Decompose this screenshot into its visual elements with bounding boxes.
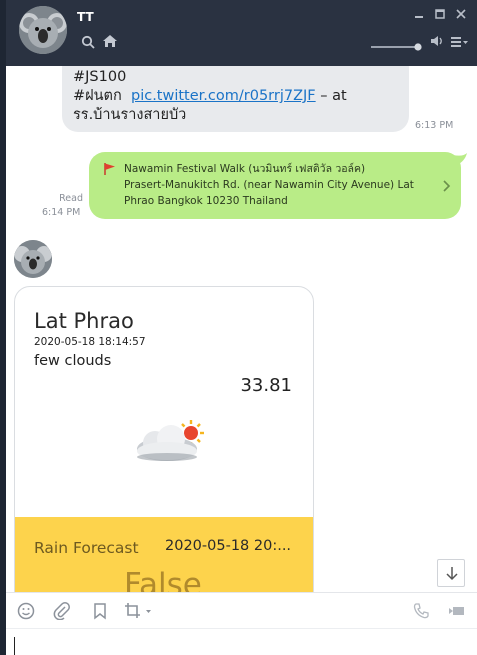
- text-caret: [14, 637, 15, 655]
- minimize-icon[interactable]: [412, 6, 426, 20]
- message-toolbar: [6, 592, 477, 628]
- weather-datetime: 2020-05-18 18:14:57: [34, 336, 146, 348]
- message-line: #JS100: [73, 69, 127, 85]
- message-line: #ฝนตก pic.twitter.com/r05rrj7ZJF – at: [73, 87, 347, 106]
- bookmark-icon[interactable]: [91, 602, 109, 620]
- location-text: Nawamin Festival Walk (นวมินทร์ เฟสติวัล…: [124, 161, 444, 209]
- rain-forecast-panel: Rain Forecast 2020-05-18 20:... False: [15, 517, 313, 592]
- message-line: รร.บ้านรางสายบัว: [73, 107, 187, 123]
- chat-header: TT: [6, 0, 477, 66]
- read-receipt: Read: [59, 193, 83, 204]
- bubble-tail: [453, 152, 467, 166]
- incoming-message-text: #JS100 #ฝนตก pic.twitter.com/r05rrj7ZJF …: [73, 68, 347, 125]
- message-input[interactable]: [18, 633, 458, 653]
- weather-description: few clouds: [34, 353, 112, 369]
- location-name: Nawamin Festival Walk (นวมินทร์ เฟสติวัล…: [124, 163, 366, 175]
- chevron-right-icon[interactable]: [442, 178, 452, 192]
- outgoing-location-bubble[interactable]: Nawamin Festival Walk (นวมินทร์ เฟสติวัล…: [89, 152, 461, 219]
- rain-forecast-value: False: [124, 567, 202, 592]
- rain-forecast-label: Rain Forecast: [34, 539, 139, 557]
- message-composer[interactable]: [6, 628, 477, 655]
- location-address-line: Prasert-Manukitch Rd. (near Nawamin City…: [124, 179, 414, 191]
- scroll-down-button[interactable]: [437, 559, 465, 587]
- weather-city: Lat Phrao: [34, 309, 134, 333]
- chat-title: TT: [77, 10, 94, 24]
- rain-forecast-time: 2020-05-18 20:...: [165, 538, 292, 554]
- close-icon[interactable]: [454, 6, 468, 20]
- partly-cloudy-icon: [129, 417, 209, 467]
- avatar[interactable]: [19, 6, 67, 54]
- weather-card[interactable]: Lat Phrao 2020-05-18 18:14:57 few clouds…: [14, 286, 314, 592]
- video-icon[interactable]: [448, 602, 466, 620]
- message-timestamp: 6:14 PM: [42, 207, 81, 218]
- location-address-line: Phrao Bangkok 10230 Thailand: [124, 195, 288, 207]
- chat-window: TT #JS100 #ฝนตก pic.twitter.com/r05rrj7Z…: [0, 0, 477, 655]
- home-icon[interactable]: [102, 33, 118, 49]
- search-icon[interactable]: [81, 34, 95, 49]
- attach-icon[interactable]: [53, 602, 71, 621]
- message-suffix: – at: [315, 88, 347, 104]
- volume-icon[interactable]: [430, 33, 444, 47]
- crop-icon[interactable]: [124, 602, 154, 620]
- volume-slider[interactable]: [371, 36, 425, 51]
- message-list[interactable]: #JS100 #ฝนตก pic.twitter.com/r05rrj7ZJF …: [6, 66, 477, 592]
- maximize-icon[interactable]: [433, 6, 447, 20]
- weather-temperature: 33.81: [240, 375, 292, 396]
- flag-icon: [103, 161, 117, 175]
- message-timestamp: 6:13 PM: [415, 120, 454, 131]
- message-hashtag: #ฝนตก: [73, 88, 131, 104]
- sender-avatar[interactable]: [14, 240, 52, 278]
- emoji-icon[interactable]: [17, 602, 35, 620]
- menu-icon[interactable]: [451, 34, 469, 48]
- incoming-message-bubble[interactable]: #JS100 #ฝนตก pic.twitter.com/r05rrj7ZJF …: [62, 66, 409, 132]
- call-icon[interactable]: [412, 602, 430, 620]
- tweet-link[interactable]: pic.twitter.com/r05rrj7ZJF: [131, 88, 316, 104]
